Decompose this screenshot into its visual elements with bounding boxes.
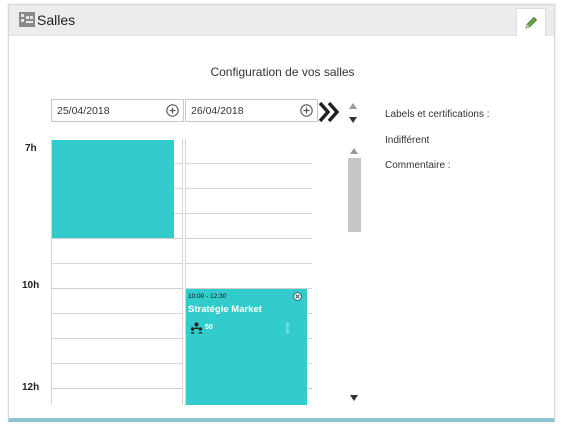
- scroll-up-arrow-icon[interactable]: [350, 148, 358, 154]
- slot-divider: [52, 313, 182, 314]
- scrollbar-thumb[interactable]: [348, 158, 361, 232]
- slot-divider: [52, 263, 182, 264]
- slot-divider: [52, 388, 182, 389]
- date-column-2[interactable]: 26/04/2018: [185, 99, 318, 122]
- calendar-scrollbar[interactable]: [347, 141, 361, 407]
- room-calendar: 10:00 - 12:30 Stratégie Market 50: [42, 139, 312, 405]
- edit-button[interactable]: [516, 8, 546, 36]
- slot-divider: [186, 188, 312, 189]
- scroll-down-arrow-icon[interactable]: [350, 395, 358, 401]
- scroll-down-arrow-icon[interactable]: [349, 117, 357, 123]
- pencil-icon: [525, 16, 538, 29]
- slot-divider: [186, 163, 312, 164]
- section-title: Configuration de vos salles: [210, 65, 355, 79]
- event-title: Stratégie Market: [188, 304, 262, 315]
- plus-circle-icon[interactable]: [300, 104, 313, 117]
- slot-divider: [52, 288, 182, 289]
- event-card[interactable]: 10:00 - 12:30 Stratégie Market 50: [186, 289, 307, 405]
- booked-slot[interactable]: [52, 140, 174, 238]
- scroll-up-arrow-icon[interactable]: [349, 103, 357, 109]
- day-column-25-04[interactable]: [51, 139, 183, 405]
- drag-handle-icon[interactable]: [283, 322, 292, 334]
- event-capacity: 50: [205, 324, 213, 331]
- panel-title: Salles: [37, 12, 76, 28]
- slot-divider: [186, 263, 312, 264]
- hour-label-12h: 12h: [22, 382, 40, 393]
- people-icon: [190, 322, 203, 334]
- labels-certifications-value: Indifférent: [385, 135, 430, 146]
- event-time: 10:00 - 12:30: [188, 293, 227, 300]
- day-column-26-04[interactable]: 10:00 - 12:30 Stratégie Market 50: [185, 139, 312, 405]
- close-circle-icon[interactable]: [293, 292, 302, 301]
- plus-circle-icon[interactable]: [166, 104, 179, 117]
- labels-certifications-title: Labels et certifications :: [385, 109, 490, 120]
- slot-divider: [52, 238, 182, 239]
- panel-header: Salles: [9, 5, 554, 36]
- slot-divider: [52, 363, 182, 364]
- date-label: 26/04/2018: [191, 105, 244, 117]
- building-icon: [19, 12, 35, 27]
- slot-divider: [186, 213, 312, 214]
- hour-label-10h: 10h: [22, 280, 40, 291]
- slot-divider: [186, 238, 312, 239]
- date-label: 25/04/2018: [57, 105, 110, 117]
- date-column-1[interactable]: 25/04/2018: [51, 99, 184, 122]
- slot-divider: [52, 338, 182, 339]
- hour-label-7h: 7h: [25, 143, 37, 154]
- double-chevron-right-icon[interactable]: [318, 101, 342, 123]
- comment-title: Commentaire :: [385, 160, 451, 171]
